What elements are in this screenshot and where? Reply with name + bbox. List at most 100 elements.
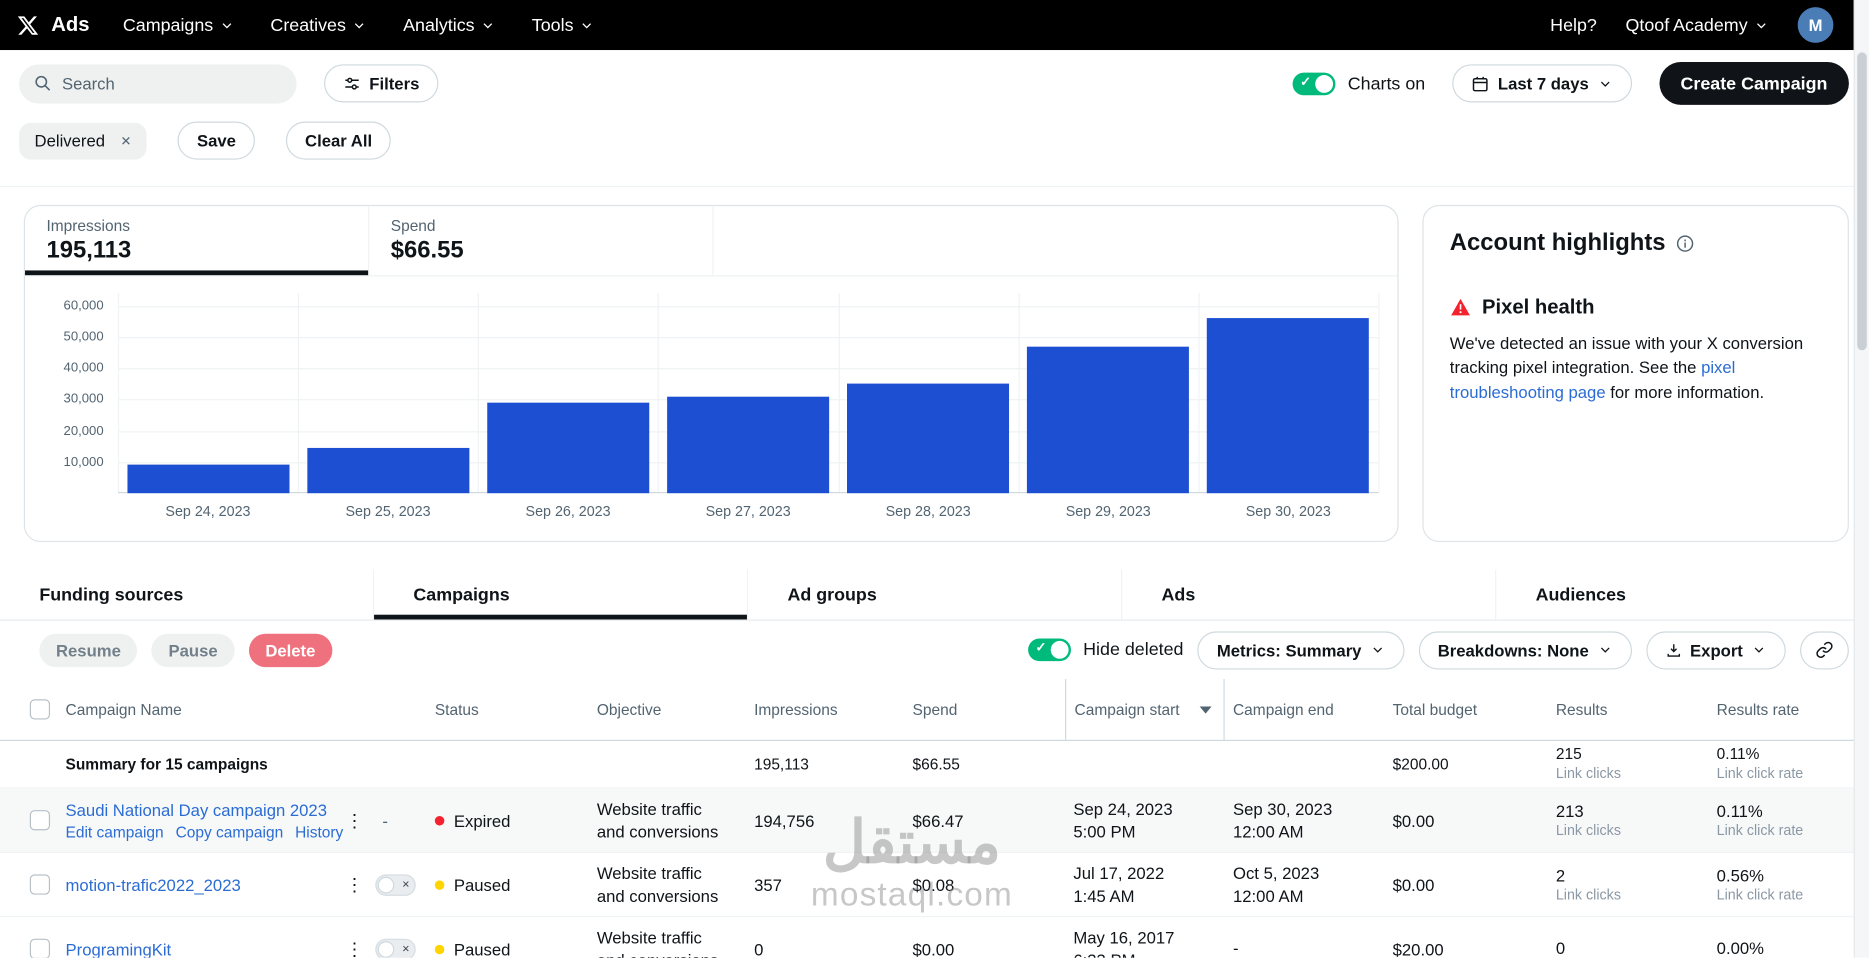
- pause-button[interactable]: Pause: [152, 633, 234, 666]
- header-results[interactable]: Results: [1547, 700, 1708, 718]
- tab-ads[interactable]: Ads: [1122, 569, 1496, 620]
- campaign-end-cell: Oct 5, 202312:00 AM: [1225, 863, 1385, 906]
- nav-campaigns[interactable]: Campaigns: [123, 15, 235, 35]
- status-label: Expired: [454, 811, 511, 830]
- warning-icon: [1450, 297, 1471, 318]
- avatar[interactable]: M: [1798, 7, 1834, 43]
- header-campaign-end[interactable]: Campaign end: [1225, 700, 1385, 718]
- filters-button[interactable]: Filters: [324, 64, 438, 102]
- table-row: ProgramingKit ⋮ ✕ Paused Website traffic…: [0, 917, 1869, 958]
- tab-audiences[interactable]: Audiences: [1496, 569, 1869, 620]
- search-input[interactable]: [62, 74, 282, 93]
- resume-button[interactable]: Resume: [39, 633, 137, 666]
- chart-bar: [1027, 346, 1189, 493]
- nav-help[interactable]: Help?: [1550, 15, 1597, 35]
- download-icon: [1665, 642, 1682, 659]
- header-results-rate[interactable]: Results rate: [1708, 700, 1869, 718]
- history-link[interactable]: History: [295, 823, 343, 841]
- campaign-name-link[interactable]: Saudi National Day campaign 2023: [66, 800, 344, 819]
- brand-ads: Ads: [51, 13, 89, 37]
- summary-results-sub: Link clicks: [1556, 765, 1708, 784]
- info-icon[interactable]: [1676, 235, 1694, 253]
- results-rate-cell: 0.00%: [1708, 938, 1869, 958]
- performance-chart-card: Impressions 195,113 Spend $66.55 10,0002…: [24, 205, 1399, 542]
- row-checkbox[interactable]: [30, 874, 50, 894]
- campaign-start-cell: Sep 24, 20235:00 PM: [1065, 799, 1225, 842]
- header-objective[interactable]: Objective: [589, 700, 746, 718]
- filter-chip-delivered[interactable]: Delivered ✕: [19, 122, 147, 159]
- edit-campaign-link[interactable]: Edit campaign: [66, 823, 164, 841]
- campaign-end-cell: Sep 30, 202312:00 AM: [1225, 799, 1385, 842]
- header-total-budget[interactable]: Total budget: [1384, 700, 1547, 718]
- nav-account-menu[interactable]: Qtoof Academy: [1625, 15, 1769, 35]
- tab-impressions[interactable]: Impressions 195,113: [25, 206, 369, 276]
- impressions-tab-value: 195,113: [46, 237, 368, 264]
- date-range-button[interactable]: Last 7 days: [1453, 64, 1632, 102]
- export-label: Export: [1690, 640, 1743, 659]
- x-axis-label: Sep 27, 2023: [658, 503, 838, 520]
- copy-link-button[interactable]: [1800, 631, 1849, 669]
- header-impressions[interactable]: Impressions: [746, 700, 904, 718]
- pixel-health-text-before: We've detected an issue with your X conv…: [1450, 334, 1803, 377]
- header-spend[interactable]: Spend: [904, 700, 1065, 718]
- nav-analytics[interactable]: Analytics: [403, 15, 496, 35]
- hide-deleted-toggle[interactable]: ✓: [1028, 639, 1071, 662]
- close-icon: ✕: [402, 943, 410, 954]
- impressions-cell: 194,756: [746, 811, 904, 830]
- row-checkbox[interactable]: [30, 810, 50, 830]
- tab-audiences-label: Audiences: [1536, 584, 1626, 604]
- close-icon: ✕: [402, 879, 410, 890]
- bar-slot: [838, 293, 1018, 493]
- save-button[interactable]: Save: [178, 122, 255, 160]
- check-icon: ✓: [1036, 640, 1047, 655]
- tab-funding-sources[interactable]: Funding sources: [0, 569, 374, 620]
- campaign-name-link[interactable]: ProgramingKit: [66, 939, 344, 957]
- header-status[interactable]: Status: [426, 700, 588, 718]
- y-axis-label: 20,000: [32, 424, 103, 438]
- status-dot: [435, 944, 445, 954]
- campaign-active-toggle[interactable]: ✕: [375, 874, 416, 895]
- row-checkbox[interactable]: [30, 939, 50, 958]
- header-campaign-start[interactable]: Campaign start: [1065, 679, 1225, 740]
- pixel-health-row: Pixel health: [1450, 295, 1822, 319]
- y-axis-label: 50,000: [32, 330, 103, 344]
- nav-creatives[interactable]: Creatives: [270, 15, 367, 35]
- x-axis-label: Sep 25, 2023: [298, 503, 478, 520]
- row-menu-kebab[interactable]: ⋮: [343, 874, 367, 895]
- breakdowns-dropdown[interactable]: Breakdowns: None: [1419, 631, 1632, 669]
- delete-button[interactable]: Delete: [249, 633, 332, 666]
- toggle-placeholder-dash: -: [375, 811, 388, 830]
- spend-cell: $0.08: [904, 875, 1065, 894]
- clear-all-button[interactable]: Clear All: [286, 122, 391, 160]
- status-label: Paused: [454, 939, 511, 957]
- export-button[interactable]: Export: [1646, 631, 1786, 669]
- nav-tools[interactable]: Tools: [532, 15, 595, 35]
- header-campaign-name[interactable]: Campaign Name: [57, 700, 343, 718]
- sort-caret-icon: [1200, 706, 1212, 713]
- filter-chip-label: Delivered: [35, 131, 105, 150]
- x-axis-label: Sep 26, 2023: [478, 503, 658, 520]
- row-menu-kebab[interactable]: ⋮: [343, 938, 367, 958]
- chart-bar: [307, 448, 469, 493]
- select-all-checkbox[interactable]: [30, 699, 50, 719]
- row-menu-kebab[interactable]: ⋮: [343, 809, 367, 830]
- toolbar: Filters ✓ Charts on Last 7 days Create C…: [0, 50, 1869, 117]
- tab-ad-groups[interactable]: Ad groups: [748, 569, 1122, 620]
- charts-toggle[interactable]: ✓: [1293, 72, 1336, 95]
- close-icon[interactable]: ✕: [120, 133, 131, 148]
- impressions-bar-chart: 10,00020,00030,00040,00050,00060,000 Sep…: [25, 293, 1397, 538]
- scrollbar[interactable]: [1854, 0, 1869, 958]
- tab-campaigns[interactable]: Campaigns: [374, 569, 748, 620]
- create-campaign-button[interactable]: Create Campaign: [1659, 62, 1849, 105]
- breakdowns-dropdown-label: Breakdowns: None: [1438, 640, 1589, 659]
- nav-campaigns-label: Campaigns: [123, 15, 213, 35]
- campaign-active-toggle[interactable]: ✕: [375, 938, 416, 958]
- campaign-name-link[interactable]: motion-trafic2022_2023: [66, 875, 344, 894]
- spend-tab-value: $66.55: [391, 237, 713, 264]
- x-logo[interactable]: [17, 14, 40, 37]
- scrollbar-thumb[interactable]: [1857, 52, 1867, 350]
- tab-spend[interactable]: Spend $66.55: [369, 206, 713, 276]
- summary-label: Summary for 15 campaigns: [57, 755, 343, 773]
- metrics-dropdown[interactable]: Metrics: Summary: [1198, 631, 1405, 669]
- copy-campaign-link[interactable]: Copy campaign: [176, 823, 284, 841]
